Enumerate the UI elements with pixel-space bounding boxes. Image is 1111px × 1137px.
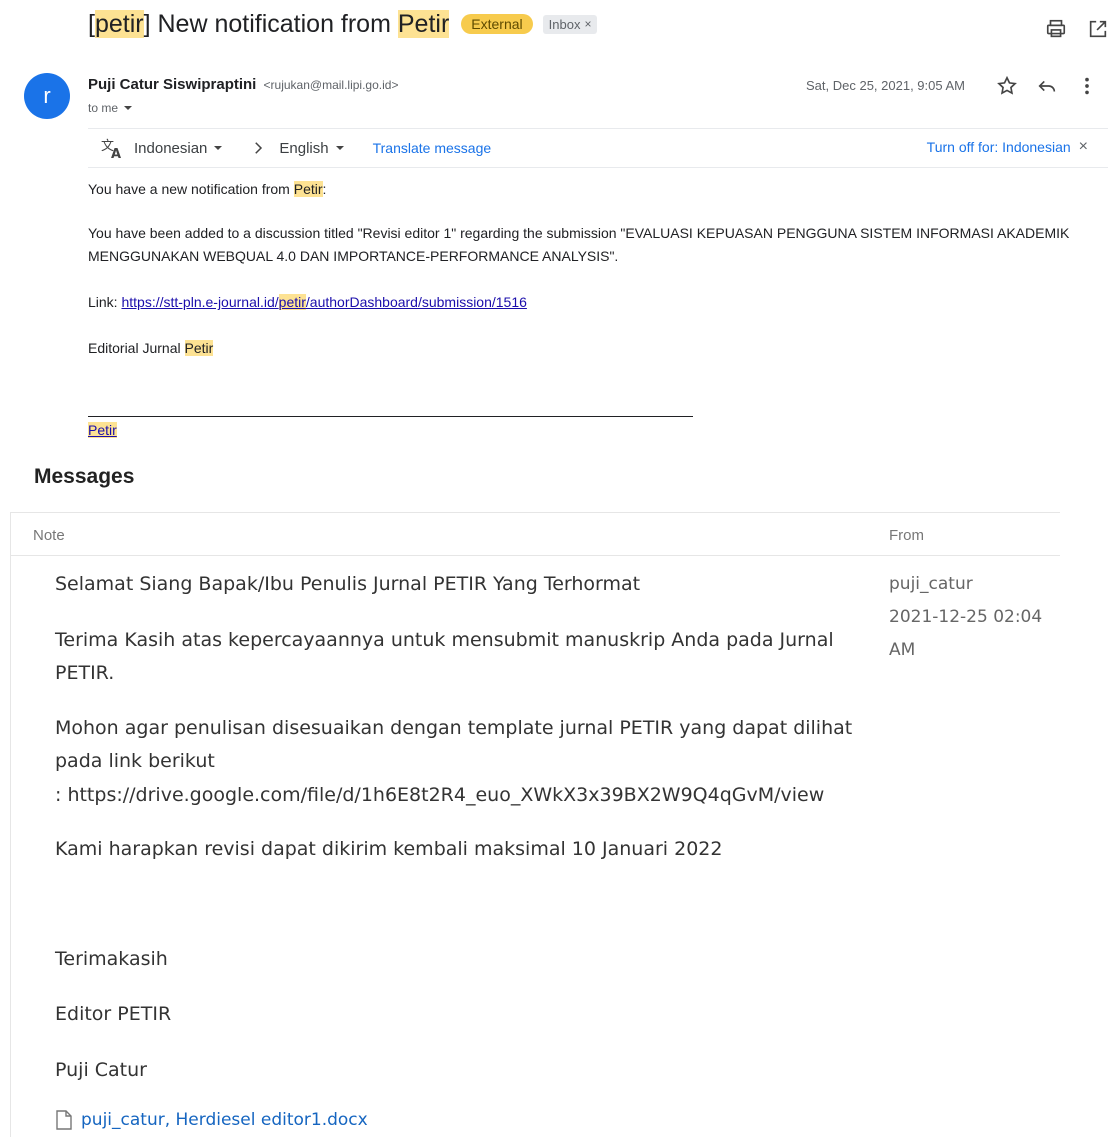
print-button[interactable] (1043, 16, 1069, 42)
reply-button[interactable] (1034, 73, 1060, 99)
signature-line: Editorial Jurnal Petir (88, 337, 214, 360)
translate-icon: 文 A (101, 139, 121, 160)
target-language: English (279, 139, 329, 157)
note-line: Mohon agar penulisan disesuaikan dengan … (55, 717, 853, 772)
star-button[interactable] (994, 73, 1020, 99)
file-icon (56, 1110, 72, 1130)
message-actions (994, 73, 1100, 99)
signature-highlight: Petir (184, 340, 214, 356)
source-language: Indonesian (134, 139, 208, 157)
signature-divider (88, 416, 693, 417)
translate-message-link[interactable]: Translate message (373, 140, 492, 156)
note-line: Kami harapkan revisi dapat dikirim kemba… (55, 838, 723, 860)
attachment-name: puji_catur, Herdiesel editor1.docx (81, 1110, 368, 1130)
email-subject-row: [petir] New notification from Petir Exte… (88, 6, 1111, 42)
column-divider (10, 555, 1060, 556)
close-icon[interactable]: × (1079, 138, 1088, 156)
caret-down-icon (124, 106, 133, 110)
open-in-new-icon (1089, 20, 1107, 38)
footer-line: Petir (88, 419, 117, 442)
target-language-dropdown[interactable]: English (279, 140, 344, 157)
link-part-1: https://stt-pln.e-journal.id/ (121, 294, 279, 310)
note-line: Terima Kasih atas kepercayaannya untuk m… (55, 629, 834, 684)
source-language-dropdown[interactable]: Indonesian (134, 140, 223, 157)
subject-bracket-open: [ (88, 9, 95, 38)
sender-avatar[interactable]: r (24, 73, 70, 119)
link-label: Link: (88, 294, 122, 310)
notification-line: You have a new notification from Petir: (88, 178, 326, 201)
link-part-2: /authorDashboard/submission/1516 (305, 294, 527, 310)
email-date: Sat, Dec 25, 2021, 9:05 AM (806, 78, 965, 93)
column-header-from: From (889, 527, 924, 544)
message-from: puji_catur 2021-12-25 02:04 AM (889, 568, 1049, 667)
subject-highlight-petir-2: Petir (397, 9, 450, 38)
subject-bracket-close: ] (143, 9, 151, 38)
svg-text:A: A (111, 147, 121, 160)
chevron-right-icon (255, 142, 263, 154)
open-new-window-button[interactable] (1085, 16, 1111, 42)
subject-highlight-petir: petir (94, 9, 144, 38)
recipient-text: to me (88, 101, 119, 115)
sender-email: <rujukan@mail.lipi.go.id> (263, 78, 399, 92)
panel-border (10, 512, 11, 1137)
note-drive-link: : https://drive.google.com/file/d/1h6E8t… (55, 784, 825, 806)
recipient-dropdown[interactable]: to me (88, 101, 133, 115)
more-options-button[interactable] (1074, 73, 1100, 99)
messages-title: Messages (34, 465, 135, 488)
signature-text: Editorial Jurnal (88, 340, 185, 356)
submission-link[interactable]: https://stt-pln.e-journal.id/petir/autho… (121, 294, 527, 310)
star-icon (997, 75, 1017, 95)
inbox-label[interactable]: Inbox × (542, 14, 598, 34)
footer-petir-link[interactable]: Petir (88, 422, 117, 438)
note-line: Selamat Siang Bapak/Ibu Penulis Jurnal P… (55, 573, 641, 595)
header-divider (10, 512, 1060, 513)
notification-colon: : (322, 181, 327, 197)
link-highlight: petir (278, 294, 306, 310)
print-icon (1046, 19, 1066, 38)
caret-down-icon (214, 146, 223, 150)
note-line: Terimakasih (55, 948, 168, 970)
more-vert-icon (1085, 77, 1089, 95)
attachment-link[interactable]: puji_catur, Herdiesel editor1.docx (55, 1110, 368, 1130)
sender-name[interactable]: Puji Catur Siswipraptini (88, 76, 256, 93)
from-user: puji_catur (889, 574, 973, 594)
remove-label-icon[interactable]: × (584, 17, 591, 31)
notification-text: You have a new notification from (88, 181, 294, 197)
turn-off-translation: Turn off for: Indonesian × (927, 138, 1088, 156)
notification-highlight: Petir (293, 181, 323, 197)
discussion-added-text: You have been added to a discussion titl… (88, 225, 1070, 264)
submission-link-line: Link: https://stt-pln.e-journal.id/petir… (88, 291, 527, 314)
column-header-note: Note (33, 527, 65, 544)
subject-text: New notification from (150, 9, 398, 38)
external-label: External (461, 14, 533, 34)
translate-bar: 文 A Indonesian English Translate message… (88, 128, 1108, 168)
email-subject: [petir] New notification from Petir (88, 9, 450, 39)
turn-off-link[interactable]: Turn off for: Indonesian (927, 139, 1071, 155)
note-line: Puji Catur (55, 1059, 147, 1081)
note-line: Editor PETIR (55, 1003, 172, 1025)
sender-row: Puji Catur Siswipraptini <rujukan@mail.l… (88, 76, 398, 93)
top-actions (1043, 16, 1111, 42)
reply-icon (1038, 80, 1056, 92)
caret-down-icon (335, 146, 344, 150)
inbox-label-text: Inbox (548, 16, 581, 32)
from-date: 2021-12-25 02:04 AM (889, 607, 1043, 660)
